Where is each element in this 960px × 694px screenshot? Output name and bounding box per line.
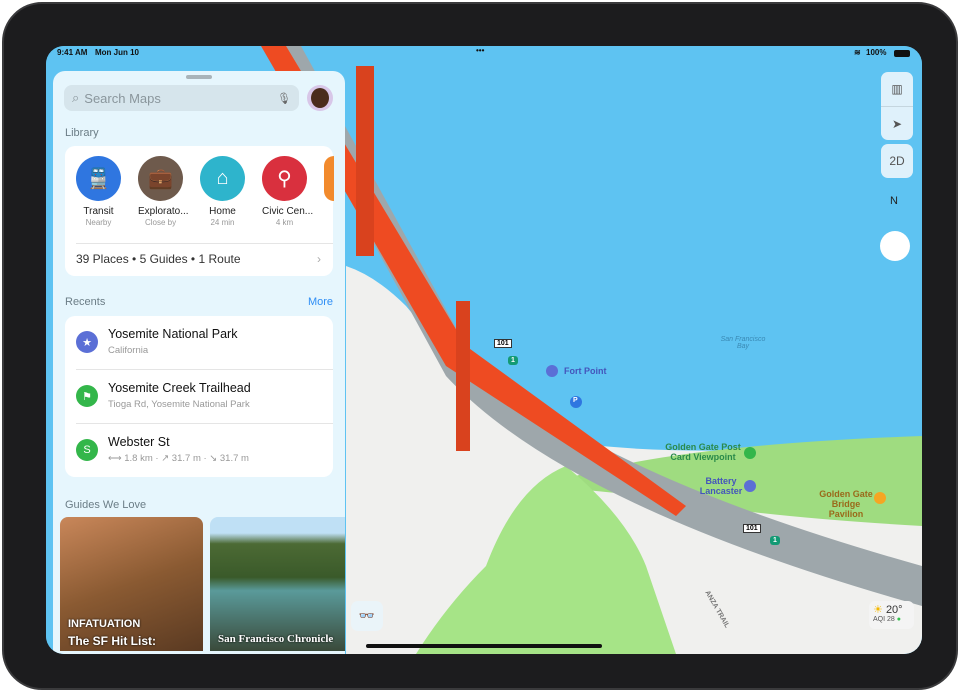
map-label-bay: San Francisco Bay: [720, 336, 766, 350]
more-link[interactable]: More: [308, 296, 333, 308]
status-date: Mon Jun 10: [95, 48, 140, 57]
multitask-dots[interactable]: •••: [476, 46, 484, 55]
star-icon: ★: [76, 331, 98, 353]
hwy-101-shield: 101: [743, 524, 761, 533]
avatar[interactable]: [307, 85, 333, 111]
sidebar-panel: ⌕ Search Maps 🎙 Library 🚆 Transit Nearby 💼…: [53, 71, 345, 654]
guide-publisher: INFATUATION: [68, 618, 141, 630]
screen: 9:41 AM Mon Jun 10 ••• ≋ 100% Fort Point…: [46, 46, 922, 654]
list-item[interactable]: ⚑ Yosemite Creek Trailhead Tioga Rd, Yosem…: [76, 370, 333, 424]
briefcase-icon: 💼: [138, 156, 183, 201]
battery-icon: [894, 50, 910, 57]
battery-level: 100%: [866, 48, 887, 57]
status-time: 9:41 AM: [57, 48, 88, 57]
bridge-tower: [356, 66, 374, 256]
library-item-exploratorium[interactable]: 💼 Explorato... Close by: [138, 156, 189, 227]
search-placeholder: Search Maps: [84, 90, 161, 106]
hwy-101-shield: 101: [494, 339, 512, 348]
list-item[interactable]: ★ Yosemite National Park California: [76, 316, 333, 370]
guide-publisher: San Francisco Chronicle: [218, 633, 334, 645]
home-indicator[interactable]: [366, 644, 602, 648]
map-label-viewpoint[interactable]: Golden Gate Post Card Viewpoint: [658, 442, 748, 462]
search-input[interactable]: ⌕ Search Maps 🎙: [64, 85, 299, 111]
library-item-home[interactable]: ⌂ Home 24 min: [200, 156, 245, 227]
wifi-icon: ≋: [854, 48, 861, 57]
2d-toggle[interactable]: 2D: [881, 144, 913, 178]
star-icon: [546, 365, 558, 377]
list-item[interactable]: S Webster St ⟷ 1.8 km · ↗ 31.7 m · ↘ 31.7 …: [76, 424, 333, 478]
map-icon: ▥: [891, 82, 903, 96]
locate-button[interactable]: ➤: [881, 106, 913, 140]
guides-heading: Guides We Love: [65, 499, 147, 511]
look-around-button[interactable]: 👓: [351, 601, 383, 631]
drag-handle[interactable]: [186, 75, 212, 79]
guide-card-sf-chronicle[interactable]: San Francisco Chronicle: [210, 517, 345, 651]
train-icon: 🚆: [76, 156, 121, 201]
compass-button[interactable]: N: [890, 195, 898, 207]
sun-icon: ☀: [873, 604, 883, 616]
weather-widget[interactable]: ☀ 20° AQI 28 ●: [869, 601, 914, 629]
aqi: AQI 28: [873, 616, 895, 623]
hwy-1-shield: 1: [770, 536, 780, 545]
guide-title: The SF Hit List:: [68, 634, 156, 648]
recents-heading: Recents: [65, 296, 106, 308]
map-label-battery[interactable]: Battery Lancaster: [696, 476, 746, 496]
library-item-civic-center[interactable]: ⚲ Civic Cen... 4 km: [262, 156, 313, 227]
library-card: 🚆 Transit Nearby 💼 Explorato... Close by ⌂ Ho…: [65, 146, 334, 276]
map-controls: ▥ ➤: [881, 72, 913, 140]
hwy-1-shield: 1: [508, 356, 518, 365]
chevron-right-icon: ›: [317, 252, 321, 266]
library-summary[interactable]: 39 Places • 5 Guides • 1 Route ›: [76, 243, 333, 266]
map-label-fort-point[interactable]: Fort Point: [564, 366, 607, 376]
map-mode-button[interactable]: ▥: [881, 72, 913, 106]
route-icon: S: [76, 439, 98, 461]
library-item-partial[interactable]: [324, 156, 334, 227]
compass-bg: [880, 231, 910, 261]
microphone-icon[interactable]: 🎙: [277, 92, 291, 105]
ipad-frame: 9:41 AM Mon Jun 10 ••• ≋ 100% Fort Point…: [2, 2, 958, 690]
temperature: 20°: [885, 604, 903, 616]
location-arrow-icon: ➤: [891, 116, 903, 131]
parking-label: P: [573, 397, 578, 404]
bridge-tower: [456, 301, 470, 451]
map-label-pavilion[interactable]: Golden Gate Bridge Pavilion: [816, 489, 876, 519]
pin-icon: ⚲: [262, 156, 307, 201]
search-icon: ⌕: [72, 90, 80, 105]
library-heading: Library: [65, 127, 99, 139]
house-icon: ⌂: [200, 156, 245, 201]
guide-card-infatuation[interactable]: INFATUATION The SF Hit List:: [60, 517, 203, 651]
binoculars-icon: 👓: [358, 608, 376, 623]
recents-card: ★ Yosemite National Park California ⚑ Yosem…: [65, 316, 333, 477]
library-item-transit[interactable]: 🚆 Transit Nearby: [76, 156, 121, 227]
trail-sign-icon: ⚑: [76, 385, 98, 407]
